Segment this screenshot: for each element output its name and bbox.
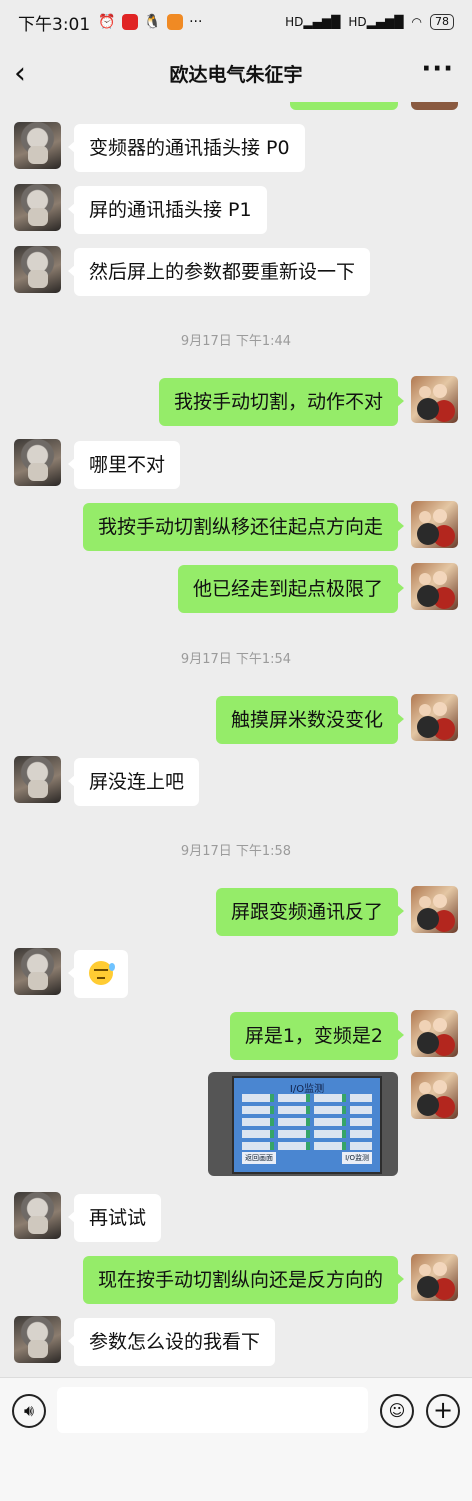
avatar-fragment: [411, 102, 458, 110]
back-arrow-icon[interactable]: ‹: [14, 56, 26, 91]
image-message[interactable]: I/O监测 返回画面 I/O监测: [208, 1072, 398, 1176]
contact-avatar[interactable]: [14, 948, 61, 995]
self-avatar[interactable]: [411, 1254, 458, 1301]
voice-input-icon[interactable]: 🔊︎: [12, 1394, 46, 1428]
app-notification-icon: [167, 14, 184, 30]
self-avatar[interactable]: [411, 1072, 458, 1119]
self-avatar[interactable]: [411, 694, 458, 741]
message-bubble-received[interactable]: 然后屏上的参数都要重新设一下: [67, 248, 371, 296]
message-bubble-received[interactable]: 屏的通讯插头接 P1: [68, 186, 267, 234]
status-right: HD▂▄▆█ HD▂▄▆█ ◠ 78: [285, 14, 454, 30]
contact-avatar[interactable]: [14, 756, 61, 803]
status-bar: 下午3:01 ⏰ 🐧 ··· HD▂▄▆█ HD▂▄▆█ ◠ 78: [0, 0, 472, 44]
message-bubble-received[interactable]: 哪里不对: [67, 441, 181, 489]
message-bubble-fragment: [290, 102, 398, 110]
timestamp: 9月17日 下午1:54: [180, 652, 292, 667]
message-bubble-received[interactable]: 屏没连上吧: [67, 758, 200, 806]
signal-icon: HD▂▄▆█: [348, 15, 404, 29]
alarm-icon: ⏰: [98, 14, 116, 30]
hmi-return-button: 返回画面: [242, 1152, 276, 1164]
sweat-smile-emoji-icon: [89, 960, 115, 985]
signal-icon: HD▂▄▆█: [285, 15, 341, 29]
hmi-io-button: I/O监测: [342, 1152, 372, 1164]
contact-avatar[interactable]: [14, 1316, 61, 1363]
self-avatar[interactable]: [411, 563, 458, 610]
self-avatar[interactable]: [411, 501, 458, 548]
message-bubble-received[interactable]: 再试试: [67, 1194, 162, 1242]
more-options-icon[interactable]: ···: [421, 54, 454, 84]
message-bubble-sent[interactable]: 我按手动切割纵移还往起点方向走: [82, 503, 405, 551]
battery-icon: 78: [430, 14, 454, 30]
timestamp: 9月17日 下午1:58: [180, 844, 292, 859]
emoji-picker-icon[interactable]: ☺: [380, 1394, 414, 1428]
chat-title: 欧达电气朱征宇: [169, 63, 303, 86]
contact-avatar[interactable]: [14, 246, 61, 293]
wifi-icon: ◠: [411, 15, 422, 29]
contact-avatar[interactable]: [14, 184, 61, 231]
contact-avatar[interactable]: [14, 439, 61, 486]
contact-avatar[interactable]: [14, 122, 61, 169]
app-notification-icon: [121, 14, 138, 30]
message-bubble-sent[interactable]: 触摸屏米数没变化: [215, 696, 405, 744]
message-bubble-sent[interactable]: 现在按手动切割纵向还是反方向的: [82, 1256, 405, 1304]
message-input[interactable]: [57, 1387, 368, 1433]
hmi-io-grid: [242, 1094, 372, 1154]
timestamp: 9月17日 下午1:44: [180, 334, 292, 349]
chat-header: ‹ 欧达电气朱征宇 ···: [0, 44, 472, 102]
input-bar: 🔊︎ ☺ +: [0, 1377, 472, 1501]
status-time: 下午3:01: [18, 14, 91, 35]
self-avatar[interactable]: [411, 1010, 458, 1057]
message-bubble-sent[interactable]: 屏是1，变频是2: [229, 1012, 405, 1060]
self-avatar[interactable]: [411, 376, 458, 423]
hmi-screen-title: I/O监测: [289, 1084, 325, 1095]
message-bubble-sent[interactable]: 屏跟变频通讯反了: [215, 888, 405, 936]
message-bubble-received[interactable]: [68, 950, 128, 998]
hmi-screen-photo: I/O监测 返回画面 I/O监测: [232, 1076, 382, 1174]
more-actions-plus-icon[interactable]: +: [426, 1394, 460, 1428]
message-bubble-sent[interactable]: 我按手动切割，动作不对: [158, 378, 405, 426]
contact-avatar[interactable]: [14, 1192, 61, 1239]
more-notifications-icon: ···: [189, 14, 203, 30]
self-avatar[interactable]: [411, 886, 458, 933]
message-list[interactable]: 变频器的通讯插头接 P0 屏的通讯插头接 P1 然后屏上的参数都要重新设一下 9…: [0, 102, 472, 1377]
message-bubble-received[interactable]: 参数怎么设的我看下: [67, 1318, 276, 1366]
message-bubble-received[interactable]: 变频器的通讯插头接 P0: [68, 124, 305, 172]
message-bubble-sent[interactable]: 他已经走到起点极限了: [177, 565, 405, 613]
qq-icon: 🐧: [143, 14, 162, 30]
